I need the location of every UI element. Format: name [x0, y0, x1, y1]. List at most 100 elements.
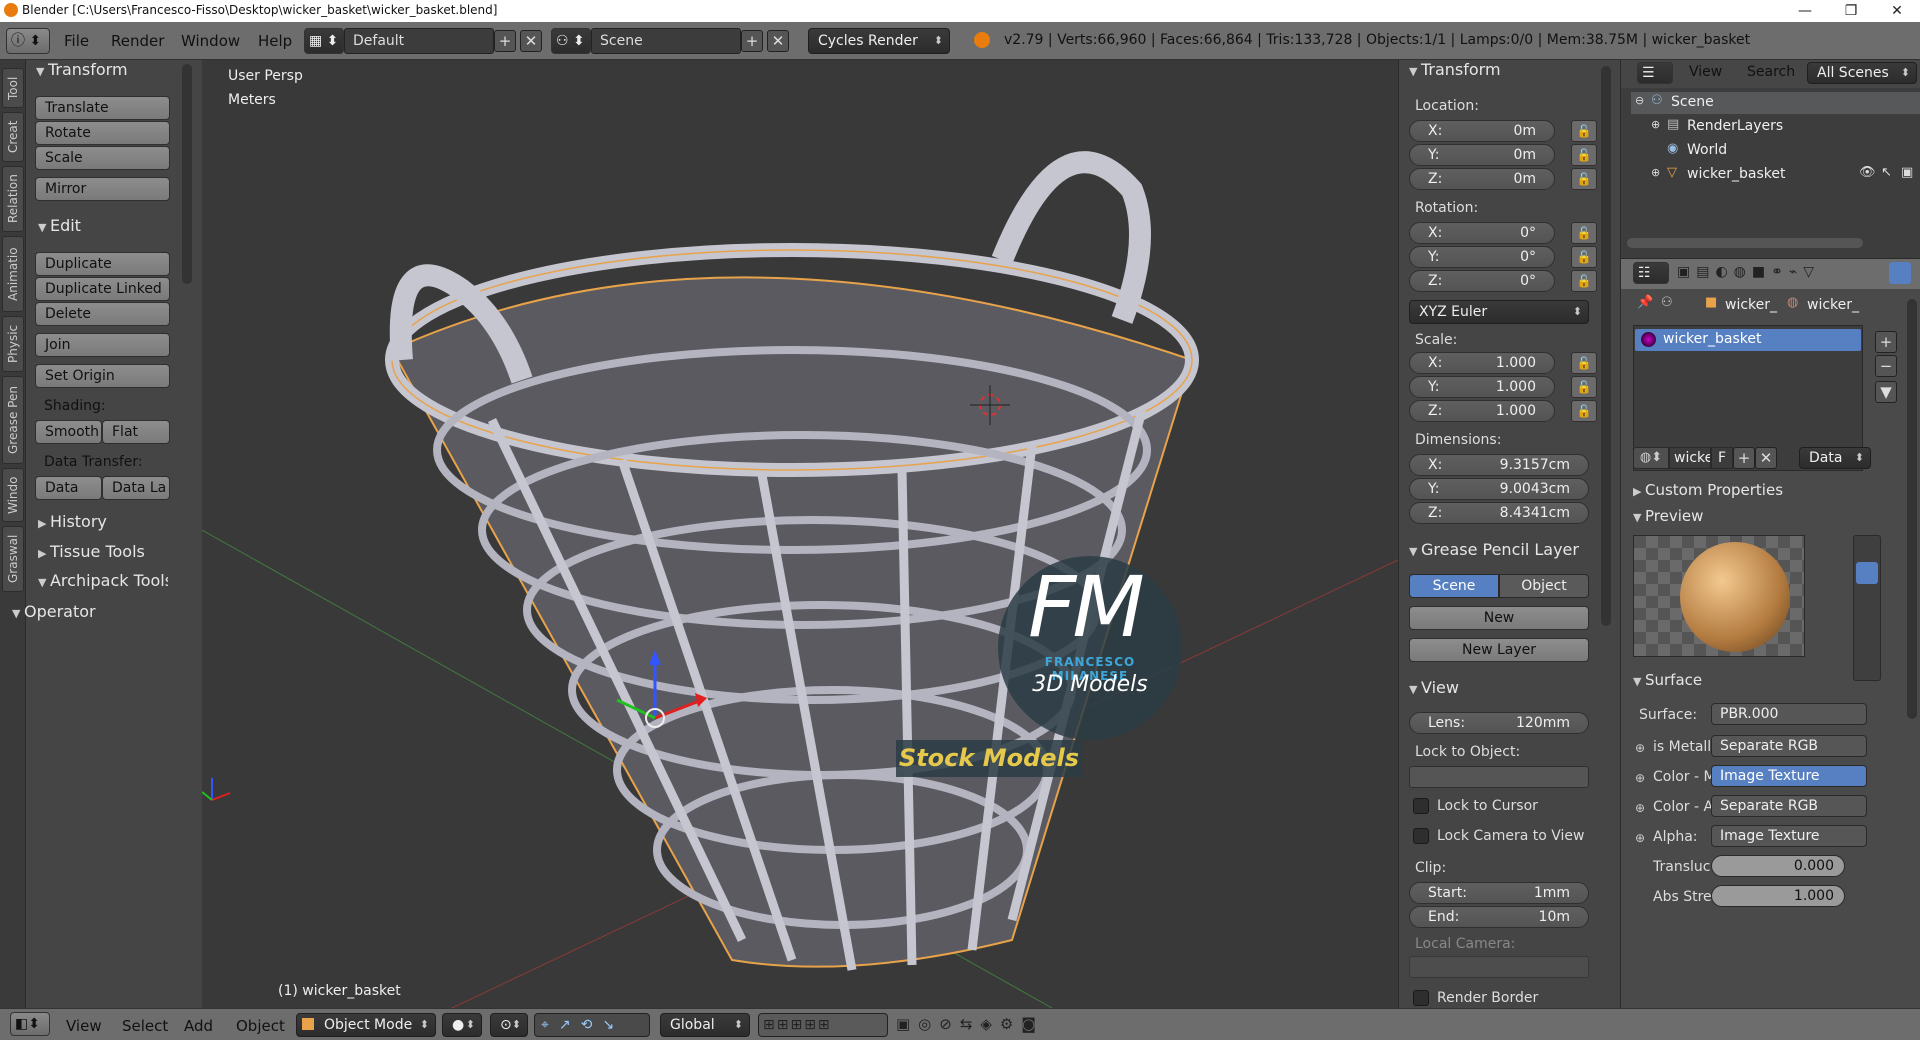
pin-icon[interactable]: 📌: [1637, 295, 1653, 310]
preview-type-strip[interactable]: [1853, 535, 1881, 681]
tissue-tools-panel-title[interactable]: Tissue Tools: [38, 542, 145, 561]
delete-button[interactable]: Delete: [35, 302, 170, 326]
lock-rotation-z-icon[interactable]: 🔓: [1571, 270, 1597, 292]
selectability-cursor-icon[interactable]: ↖: [1881, 165, 1892, 180]
expand-input-icon[interactable]: ⊕: [1635, 771, 1645, 785]
expand-input-icon[interactable]: ⊕: [1635, 831, 1645, 845]
set-origin-button[interactable]: Set Origin: [35, 364, 170, 388]
view-panel-title[interactable]: View: [1409, 678, 1459, 697]
transform-orientation-select[interactable]: Global: [660, 1013, 750, 1037]
viewport-shading-select[interactable]: ●: [442, 1013, 482, 1037]
fake-user-button[interactable]: F: [1711, 447, 1733, 469]
data-button[interactable]: Data: [35, 476, 102, 500]
menu-add[interactable]: Add: [184, 1017, 213, 1035]
material-name-field[interactable]: wicke: [1669, 447, 1711, 469]
properties-scrollbar[interactable]: [1907, 299, 1917, 719]
outliner-row-wicker-basket[interactable]: ⊕ ▽ wicker_basket 👁 ↖ ▣: [1649, 164, 1917, 186]
add-slot-icon[interactable]: +: [1875, 331, 1897, 353]
dimension-x-field[interactable]: X: 9.3157cm: [1409, 454, 1589, 476]
flat-button[interactable]: Flat: [102, 420, 170, 444]
transform-panel-title[interactable]: Transform: [36, 60, 128, 79]
screen-layout-field[interactable]: Default: [344, 28, 494, 54]
outliner-view-menu[interactable]: View: [1689, 64, 1722, 80]
toolshelf-scrollbar[interactable]: [182, 64, 192, 284]
render-border-checkbox[interactable]: [1413, 990, 1429, 1006]
add-layout-icon[interactable]: +: [494, 30, 516, 52]
outliner-filter-select[interactable]: All Scenes: [1807, 62, 1917, 84]
input-color-ab-field[interactable]: Separate RGB: [1711, 795, 1867, 817]
mirror-button[interactable]: Mirror: [35, 177, 170, 201]
grease-new-layer-button[interactable]: New Layer: [1409, 638, 1589, 662]
viewport-tool-icons[interactable]: ▣◎⊘⇆◈⚙◙: [896, 1013, 1096, 1037]
interaction-mode-select[interactable]: Object Mode: [296, 1013, 436, 1037]
grease-scene-tab[interactable]: Scene: [1409, 574, 1499, 598]
tab-animation[interactable]: Animatio: [2, 236, 24, 312]
outliner-row-renderlayers[interactable]: ⊕ ▤ RenderLayers: [1649, 116, 1909, 138]
lock-camera-checkbox[interactable]: [1413, 828, 1429, 844]
remove-scene-icon[interactable]: ✕: [767, 30, 789, 52]
lens-field[interactable]: Lens: 120mm: [1409, 712, 1589, 734]
input-alpha-field[interactable]: Image Texture: [1711, 825, 1867, 847]
remove-layout-icon[interactable]: ✕: [520, 30, 542, 52]
abs-strength-slider[interactable]: 1.000: [1711, 885, 1845, 907]
scale-y-field[interactable]: Y: 1.000: [1409, 376, 1555, 398]
operator-panel-title[interactable]: Operator: [12, 602, 96, 621]
history-panel-title[interactable]: History: [38, 512, 107, 531]
edit-panel-title[interactable]: Edit: [38, 216, 81, 235]
scale-x-field[interactable]: X: 1.000: [1409, 352, 1555, 374]
outliner-search-menu[interactable]: Search: [1747, 64, 1795, 80]
collapse-icon[interactable]: ⊖: [1635, 94, 1644, 107]
menu-help[interactable]: Help: [258, 32, 292, 50]
lock-location-y-icon[interactable]: 🔓: [1571, 144, 1597, 166]
archipack-panel-title[interactable]: Archipack Tools: [38, 571, 168, 590]
dimension-z-field[interactable]: Z: 8.4341cm: [1409, 502, 1589, 524]
material-slot-row[interactable]: wicker_basket: [1635, 329, 1861, 351]
lock-cursor-checkbox[interactable]: [1413, 798, 1429, 814]
data-layers-button[interactable]: Data La: [102, 476, 170, 500]
minimize-button[interactable]: —: [1782, 0, 1828, 22]
slot-specials-icon[interactable]: ▼: [1875, 381, 1897, 403]
scene-field[interactable]: Scene: [591, 28, 741, 54]
tab-windows[interactable]: Windo: [2, 468, 24, 522]
sphere-preview-icon[interactable]: [1856, 562, 1878, 584]
scene-browse-button[interactable]: ⚇ ⬍: [551, 28, 591, 54]
surface-shader-field[interactable]: PBR.000: [1711, 703, 1867, 725]
rotation-y-field[interactable]: Y: 0°: [1409, 246, 1555, 268]
tab-tool[interactable]: Tool: [2, 68, 24, 108]
tab-create[interactable]: Creat: [2, 112, 24, 162]
dimension-y-field[interactable]: Y: 9.0043cm: [1409, 478, 1589, 500]
close-button[interactable]: ✕: [1874, 0, 1920, 22]
grease-pencil-title[interactable]: Grease Pencil Layer: [1409, 540, 1599, 559]
expand-icon[interactable]: ⊕: [1651, 166, 1660, 179]
preview-panel-title[interactable]: Preview: [1633, 507, 1703, 525]
viewport-canvas[interactable]: [202, 60, 1398, 1008]
lock-scale-z-icon[interactable]: 🔓: [1571, 400, 1597, 422]
clip-end-field[interactable]: End: 10m: [1409, 906, 1589, 928]
translucency-slider[interactable]: 0.000: [1711, 855, 1845, 877]
rotation-x-field[interactable]: X: 0°: [1409, 222, 1555, 244]
material-browse-button[interactable]: ◍⬍: [1633, 447, 1669, 469]
lock-location-z-icon[interactable]: 🔓: [1571, 168, 1597, 190]
join-button[interactable]: Join: [35, 333, 170, 357]
visibility-eye-icon[interactable]: 👁: [1859, 165, 1876, 180]
npanel-scrollbar[interactable]: [1601, 66, 1611, 626]
link-select[interactable]: Data: [1799, 447, 1871, 469]
renderability-camera-icon[interactable]: ▣: [1901, 165, 1913, 180]
add-scene-icon[interactable]: +: [741, 30, 763, 52]
rotate-button[interactable]: Rotate: [35, 121, 170, 145]
scale-button[interactable]: Scale: [35, 146, 170, 170]
surface-panel-title[interactable]: Surface: [1633, 671, 1702, 689]
tab-graswal[interactable]: Graswal: [2, 526, 24, 592]
outliner-editor-button[interactable]: ☰: [1637, 62, 1673, 84]
layer-buttons[interactable]: ⊞⊞⊞⊞⊞: [758, 1013, 888, 1037]
lock-object-field[interactable]: [1409, 766, 1589, 788]
location-z-field[interactable]: Z: 0m: [1409, 168, 1555, 190]
remove-slot-icon[interactable]: −: [1875, 355, 1897, 377]
input-color-ma-field[interactable]: Image Texture: [1711, 765, 1867, 787]
rotation-mode-select[interactable]: XYZ Euler: [1409, 300, 1589, 324]
expand-icon[interactable]: ⊕: [1651, 118, 1660, 131]
lock-rotation-y-icon[interactable]: 🔓: [1571, 246, 1597, 268]
pivot-point-select[interactable]: ⊙: [490, 1013, 528, 1037]
local-camera-field[interactable]: [1409, 956, 1589, 978]
translate-button[interactable]: Translate: [35, 96, 170, 120]
